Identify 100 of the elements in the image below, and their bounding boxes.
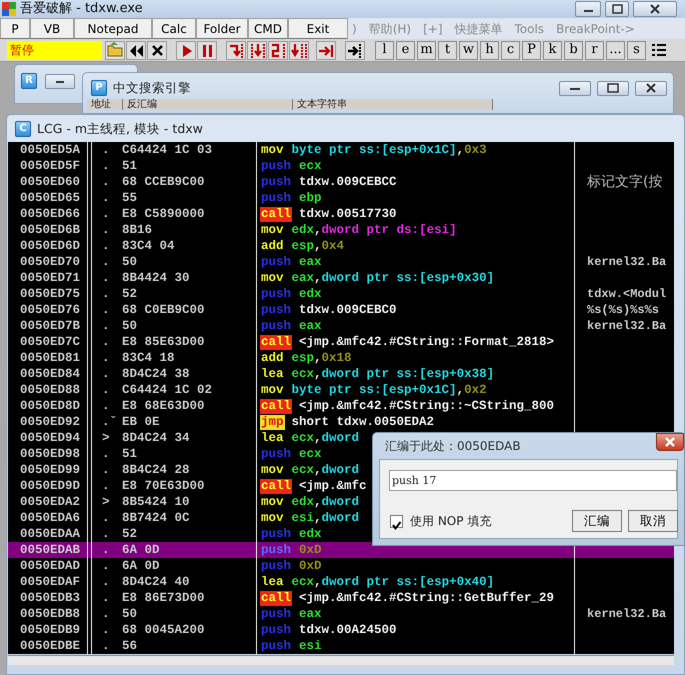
listing-row[interactable]: 0050ED5F . 51 push ecx [8,158,674,174]
listing-row[interactable]: 0050EDB9 . 68 0045A200 push tdxw.00A24500 [8,622,674,638]
step-over-button[interactable] [247,40,267,60]
open-folder-icon [106,41,124,59]
window-badge: P [91,80,107,96]
toolbar-letter-button[interactable]: ... [606,40,625,60]
toolbar-button[interactable]: Calc [152,18,196,39]
operand-text: 0xD [299,558,322,574]
operand-text: esp,0x4 [292,238,344,254]
listing-row[interactable]: 0050ED84 . 8D4C24 38 lea ecx,dword ptr ss:[esp+0x38] [8,366,674,382]
operand-text: eax [299,318,322,334]
listing-row[interactable]: 0050ED5A . C64424 1C 03 mov byte ptr ss:[esp+0x1C],0x3 [8,142,674,158]
listing-row[interactable]: 0050ED8D . E8 68E63D00 call <jmp.&mfc42.#CString::~CString_800 [8,398,674,414]
play-button[interactable] [176,40,196,60]
dialog-button[interactable]: 汇编 [572,510,622,532]
toolbar-button[interactable]: Notepad [74,18,152,39]
listing-row[interactable]: 0050ED76 . 68 C0EB9C00 push tdxw.009CEBC0 %s(%s)%s%s [8,302,674,318]
hex-bytes: E8 C5890000 [117,206,257,222]
listing-row[interactable]: 0050ED88 . C64424 1C 02 mov byte ptr ss:[esp+0x1C],0x2 [8,382,674,398]
toolbar-button[interactable]: P [0,18,30,39]
open-folder-button[interactable] [105,40,125,60]
hex-bytes: 8B4424 30 [117,270,257,286]
step-over-icon [248,41,266,59]
maximize-button[interactable] [597,80,629,96]
operand-text: tdxw.009CEBCC [299,174,397,190]
toolbar-letter-button[interactable]: l [375,40,394,60]
maximize-button[interactable] [605,1,629,17]
toolbar-letter-button[interactable]: m [417,40,436,60]
toolbar-letter-button[interactable]: k [543,40,562,60]
listing-row[interactable]: 0050EDB8 . 50 push eax kernel32.Ba [8,606,674,622]
toolbar-button[interactable]: CMD [248,18,288,39]
minimize-button[interactable] [45,74,75,88]
label-text: 标记文字(按 [586,172,662,192]
close-icon [664,436,676,448]
close-button[interactable] [656,433,684,451]
column-header[interactable]: 地址 [87,99,123,110]
listing-row[interactable]: 0050ED6B . 8B16 mov edx,dword ptr ds:[esi] [8,222,674,238]
toolbar-button[interactable]: Folder [196,18,248,39]
window-badge: R [21,73,37,89]
operand-text: ebp [299,190,322,206]
listing-row[interactable]: 0050ED7C . E8 85E63D00 call <jmp.&mfc42.#CString::Format_2818> [8,334,674,350]
listing-row[interactable]: 0050ED92 .ˇ EB 0E jmp short tdxw.0050EDA2 [8,414,674,430]
listing-row[interactable]: 0050ED60 . 68 CCEB9C00 push tdxw.009CEBCC 标记文字(按 [8,174,674,190]
address-text: 0050ED84 [8,366,88,382]
listing-row[interactable]: 0050EDAF . 8D4C24 40 lea ecx,dword ptr ss:[esp+0x40] [8,574,674,590]
mnemonic: push [260,318,292,334]
list-icon[interactable] [652,42,666,58]
listing-row[interactable]: 0050EDAD . 6A 0D push 0xD [8,558,674,574]
listing-row[interactable]: 0050EDB3 . E8 86E73D00 call <jmp.&mfc42.#CString::GetBuffer_29 [8,590,674,606]
listing-row[interactable]: 0050ED65 . 55 push ebp [8,190,674,206]
toolbar-letter-button[interactable]: h [480,40,499,60]
mnemonic: mov [260,510,285,526]
pause-button[interactable] [197,40,217,60]
goto-arrow-button[interactable] [345,40,365,60]
assemble-combo-field[interactable]: push 17 [389,470,677,491]
listing-row[interactable]: 0050EDBE . 56 push esi [8,638,674,654]
toolbar-button[interactable]: VB [30,18,74,39]
nop-checkbox[interactable] [390,515,403,528]
toolbar-letter-button[interactable]: r [585,40,604,60]
toolbar-letter-button[interactable]: s [627,40,646,60]
operand-text: edx,dword ptr ds:[esi] [292,222,457,238]
hex-bytes: 8D4C24 38 [117,366,257,382]
return-arrow-button[interactable] [316,40,336,60]
hex-bytes: E8 68E63D00 [117,398,257,414]
address-text: 0050ED98 [8,446,88,462]
hex-bytes: 50 [117,254,257,270]
address-text: 0050ED99 [8,462,88,478]
toolbar-letter-button[interactable]: t [438,40,457,60]
dialog-button[interactable]: 取消 [628,510,678,532]
toolbar-letter-button[interactable]: b [564,40,583,60]
maximize-icon [612,4,622,14]
listing-row[interactable]: 0050ED6D . 83C4 04 add esp,0x4 [8,238,674,254]
address-text: 0050EDAB [8,542,88,558]
listing-row[interactable]: 0050ED71 . 8B4424 30 mov eax,dword ptr ss:[esp+0x30] [8,270,674,286]
listing-row[interactable]: 0050ED66 . E8 C5890000 call tdxw.00517730 [8,206,674,222]
toolbar-letter-button[interactable]: P [522,40,541,60]
column-header[interactable]: 文本字符串 [293,99,493,110]
minimize-button[interactable] [559,80,591,96]
listing-row[interactable]: 0050ED75 . 52 push edx tdxw.<Modul [8,286,674,302]
mnemonic: mov [260,462,285,478]
horizontal-scrollbar[interactable] [8,655,674,665]
operand-text: byte ptr ss:[esp+0x1C],0x3 [292,142,487,158]
toolbar-letter-button[interactable]: c [501,40,520,60]
hex-bytes: 50 [117,606,257,622]
close-button[interactable] [633,1,677,17]
listing-row[interactable]: 0050ED7B . 50 push eax kernel32.Ba [8,318,674,334]
listing-row[interactable]: 0050ED70 . 50 push eax kernel32.Ba [8,254,674,270]
toolbar-letter-button[interactable]: e [396,40,415,60]
rewind-button[interactable] [126,40,146,60]
toolbar-button[interactable]: Exit [288,18,348,39]
column-header[interactable]: 反汇编 [123,99,293,110]
cross-button[interactable] [147,40,167,60]
address-text: 0050ED88 [8,382,88,398]
minimize-button[interactable] [575,1,601,17]
close-button[interactable] [635,80,667,96]
toolbar-letter-button[interactable]: w [459,40,478,60]
step-into-button[interactable] [226,40,246,60]
listing-row[interactable]: 0050ED81 . 83C4 18 add esp,0x18 [8,350,674,366]
operand-text: edx [299,526,322,542]
window-title: 中文搜索引擎 [113,78,191,97]
